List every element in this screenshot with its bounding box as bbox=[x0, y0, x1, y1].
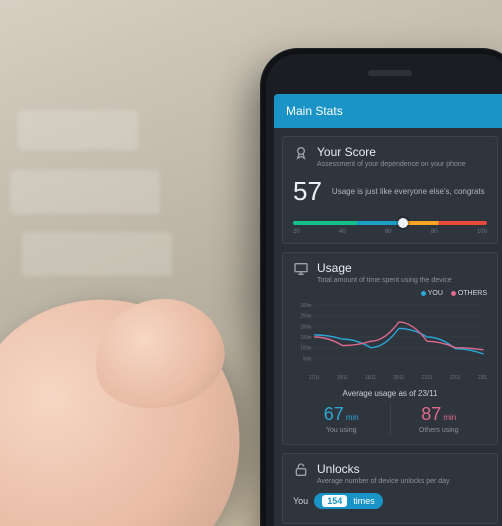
page-title: Main Stats bbox=[274, 94, 502, 128]
score-bar-ticks: 20406080100 bbox=[293, 229, 487, 235]
score-value: 57 bbox=[293, 176, 322, 207]
unlocks-card[interactable]: Unlocks Average number of device unlocks… bbox=[282, 453, 498, 524]
score-bar[interactable] bbox=[293, 221, 487, 225]
unlocks-subtitle: Average number of device unlocks per day bbox=[317, 478, 450, 485]
phone-screen: Main Stats Your Score Assessment of your… bbox=[274, 94, 502, 526]
avg-usage-header: Average usage as of 23/11 bbox=[293, 389, 487, 398]
phone-frame: Main Stats Your Score Assessment of your… bbox=[260, 48, 502, 526]
svg-text:17/11: 17/11 bbox=[309, 375, 320, 380]
svg-text:19/11: 19/11 bbox=[365, 375, 376, 380]
unlocks-you-pill: 154 times bbox=[314, 493, 383, 509]
svg-text:50m: 50m bbox=[303, 356, 312, 361]
usage-subtitle: Total amount of time spent using the dev… bbox=[317, 277, 452, 284]
svg-text:250m: 250m bbox=[301, 313, 312, 318]
usage-chart: 50m 100m 150m 200m 250m 300m 17/11 18/11 19/11 20… bbox=[293, 301, 487, 381]
score-bar-knob[interactable] bbox=[398, 218, 408, 228]
avg-others: 87min Others using bbox=[390, 402, 488, 436]
usage-title: Usage bbox=[317, 261, 452, 275]
avg-you: 67min You using bbox=[293, 402, 390, 436]
unlocks-you-unit: times bbox=[353, 496, 375, 506]
monitor-icon bbox=[293, 261, 309, 277]
score-subtitle: Assessment of your dependence on your ph… bbox=[317, 161, 466, 168]
svg-text:21/11: 21/11 bbox=[422, 375, 433, 380]
badge-icon bbox=[293, 145, 309, 161]
phone-speaker bbox=[368, 70, 412, 76]
score-message: Usage is just like everyone else's, cong… bbox=[332, 187, 485, 196]
svg-text:200m: 200m bbox=[301, 324, 312, 329]
scene: Main Stats Your Score Assessment of your… bbox=[0, 0, 502, 526]
chart-legend: YOU OTHERS bbox=[293, 290, 487, 297]
score-card[interactable]: Your Score Assessment of your dependence… bbox=[282, 136, 498, 244]
lock-icon bbox=[293, 462, 309, 478]
svg-text:20/11: 20/11 bbox=[393, 375, 404, 380]
unlocks-you-label: You bbox=[293, 496, 314, 506]
svg-text:300m: 300m bbox=[301, 303, 312, 308]
unlocks-you-value: 154 bbox=[322, 495, 347, 507]
svg-text:23/11: 23/11 bbox=[478, 375, 487, 380]
unlocks-title: Unlocks bbox=[317, 462, 450, 476]
hand-thumb bbox=[0, 264, 276, 526]
svg-text:100m: 100m bbox=[301, 345, 312, 350]
usage-card[interactable]: Usage Total amount of time spent using t… bbox=[282, 252, 498, 445]
score-title: Your Score bbox=[317, 145, 466, 159]
svg-text:150m: 150m bbox=[301, 335, 312, 340]
svg-text:22/11: 22/11 bbox=[450, 375, 461, 380]
svg-text:18/11: 18/11 bbox=[337, 375, 348, 380]
